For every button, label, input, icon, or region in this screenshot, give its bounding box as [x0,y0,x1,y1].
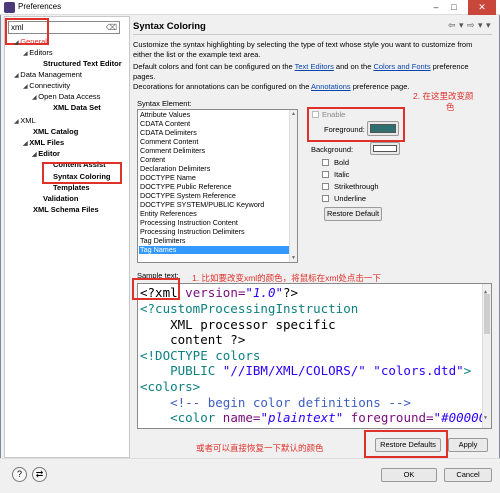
strikethrough-checkbox[interactable] [322,183,329,190]
cancel-button[interactable]: Cancel [444,468,492,482]
title-bar: Preferences – □ ✕ [0,0,500,15]
sample-line: <?customProcessingInstruction [140,301,359,316]
tree-item-xml-schema-files[interactable]: XML Schema Files [33,205,99,214]
back-menu-icon[interactable]: ▾ [459,20,464,31]
sample-line: <color name="plaintext" foreground="#000… [140,410,492,425]
view-menu-icon[interactable]: ▾ [486,20,491,31]
back-arrow-icon[interactable]: ⇦ [448,20,456,31]
annotation-restore-defaults: 或者可以直接恢复一下默认的颜色 [196,443,324,453]
annotations-link[interactable]: Annotations [311,82,351,91]
tree-item-xml[interactable]: ◢ XML [14,116,36,125]
window-title: Preferences [18,2,62,11]
tree-item-editors[interactable]: ◢ Editors [23,48,53,57]
underline-option[interactable]: Underline [322,194,366,203]
list-item-selected[interactable]: Tag Names [139,246,289,254]
annotation-box-syntax-coloring [42,162,122,184]
scroll-down-icon[interactable]: ▼ [484,411,487,427]
italic-option[interactable]: Italic [322,170,349,179]
sample-line: <!-- begin color definitions --> [140,395,411,410]
syntax-element-list[interactable]: Attribute Values CDATA Content CDATA Del… [137,109,298,263]
description-line-2: Default colors and font can be configure… [133,62,469,81]
list-item[interactable]: Entity References [139,210,289,218]
colors-and-fonts-link[interactable]: Colors and Fonts [373,62,430,71]
list-scrollbar[interactable]: ▲ ▼ [289,110,297,262]
app-icon [4,2,15,13]
background-swatch [373,145,397,152]
list-item[interactable]: Comment Delimiters [139,147,289,155]
italic-checkbox[interactable] [322,171,329,178]
clear-filter-icon[interactable]: ⌫ [106,23,117,32]
list-item[interactable]: DOCTYPE Name [139,174,289,182]
close-button[interactable]: ✕ [468,0,496,15]
list-item[interactable]: Processing Instruction Delimiters [139,228,289,236]
header-separator [133,34,492,35]
dialog-footer: ? ⇄ OK Cancel [0,458,500,493]
description-line-1: Customize the syntax highlighting by sel… [133,40,473,59]
list-item[interactable]: Declaration Delimiters [139,165,289,173]
restore-default-button[interactable]: Restore Default [324,207,382,221]
help-button[interactable]: ? [12,467,27,482]
page-title: Syntax Coloring [133,21,206,32]
list-item[interactable]: DOCTYPE Public Reference [139,183,289,191]
annotation-change-color-cont: 色 [446,102,455,112]
forward-arrow-icon[interactable]: ⇨ [467,20,475,31]
annotation-change-color: 2. 在这里改变颜 [413,91,474,101]
tree-item-connectivity[interactable]: ◢ Connectivity [23,81,70,90]
sample-line: <!DOCTYPE colors [140,348,261,363]
bold-checkbox[interactable] [322,159,329,166]
tree-item-open-data-access[interactable]: ◢ Open Data Access [32,92,100,101]
page-description: Customize the syntax highlighting by sel… [133,40,491,92]
syntax-element-label: Syntax Element: [137,99,192,108]
scroll-thumb[interactable] [484,294,490,334]
sample-line: PUBLIC "//IBM/XML/COLORS/" "colors.dtd"> [140,363,472,378]
sample-line: <colors> [140,379,201,394]
underline-checkbox[interactable] [322,195,329,202]
tree-item-xml-files[interactable]: ◢ XML Files [23,138,64,147]
bold-option[interactable]: Bold [322,158,349,167]
annotation-box-foreground [307,107,405,142]
list-item[interactable]: Tag Delimiters [139,237,289,245]
text-editors-link[interactable]: Text Editors [295,62,334,71]
tree-item-general[interactable]: ◢ General [14,37,47,46]
annotation-box-xml [132,278,180,300]
tree-item-data-management[interactable]: ◢ Data Management [14,70,82,79]
tree-item-xml-catalog[interactable]: XML Catalog [33,127,78,136]
scroll-up-icon[interactable]: ▲ [291,111,296,117]
list-item[interactable]: Attribute Values [139,111,289,119]
list-item[interactable]: CDATA Delimiters [139,129,289,137]
tree-item-editor[interactable]: ◢ Editor [32,149,60,158]
tree-item-templates[interactable]: Templates [53,183,90,192]
list-item[interactable]: DOCTYPE System Reference [139,192,289,200]
maximize-button[interactable]: □ [446,0,462,15]
list-item[interactable]: CDATA Content [139,120,289,128]
list-item[interactable]: Comment Content [139,138,289,146]
tree-item-structured-text-editor[interactable]: Structured Text Editor [43,59,122,68]
ok-button[interactable]: OK [381,468,437,482]
scroll-down-icon[interactable]: ▼ [291,255,296,261]
background-label: Background: [311,145,354,154]
list-item[interactable]: DOCTYPE SYSTEM/PUBLIC Keyword [139,201,289,209]
list-item[interactable]: Processing Instruction Content [139,219,289,227]
apply-button[interactable]: Apply [448,438,488,452]
annotation-box-restore [364,430,448,458]
list-item[interactable]: Content [139,156,289,164]
tree-item-validation[interactable]: Validation [43,194,78,203]
minimize-button[interactable]: – [428,0,444,15]
strikethrough-option[interactable]: Strikethrough [322,182,379,191]
forward-menu-icon[interactable]: ▾ [478,20,483,31]
sample-text-area[interactable]: <?xml version="1.0"?> <?customProcessing… [137,283,492,429]
import-export-icon[interactable]: ⇄ [32,467,47,482]
tree-item-xml-data-set[interactable]: XML Data Set [53,103,101,112]
sample-scrollbar[interactable]: ▲ ▼ [482,284,491,428]
sample-line: XML processor specific [140,317,336,332]
background-color-button[interactable] [370,142,400,155]
sample-line: content ?> [140,332,246,347]
